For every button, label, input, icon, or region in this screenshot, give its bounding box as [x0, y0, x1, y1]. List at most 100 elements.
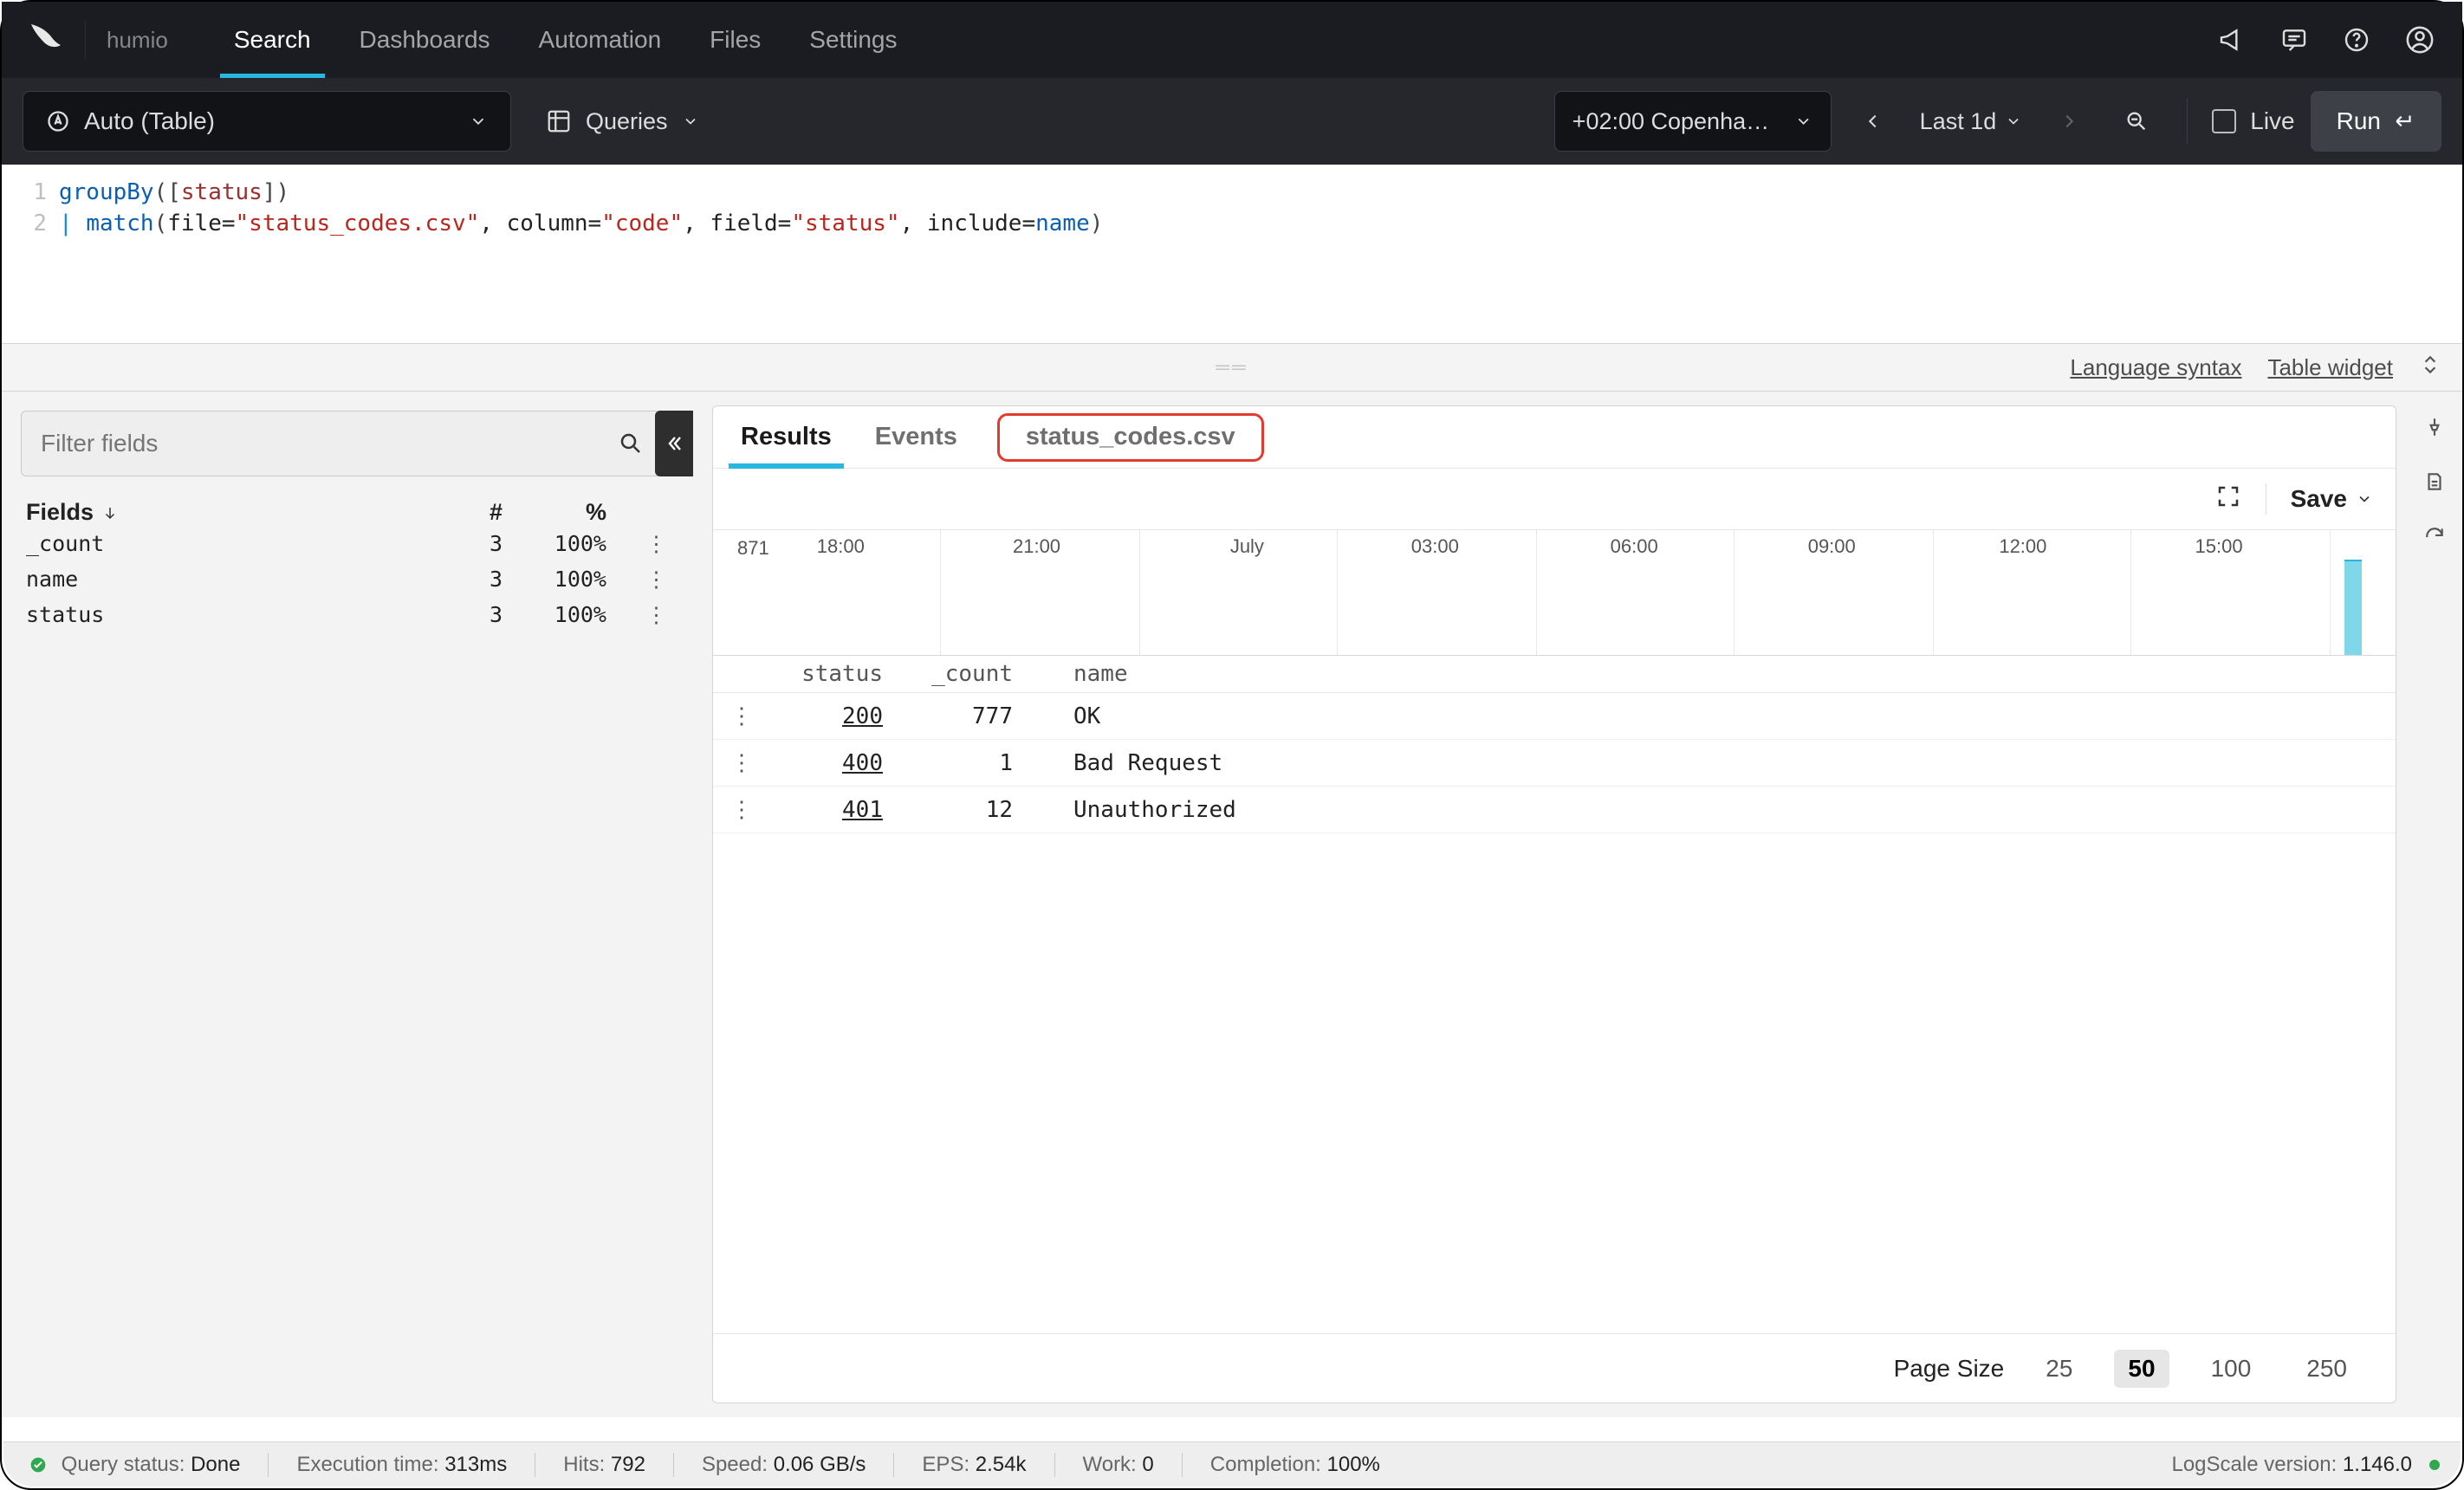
rail-pin-icon[interactable] [2423, 416, 2446, 444]
page-size-100[interactable]: 100 [2197, 1350, 2266, 1388]
results-table: status _count name ⋮ 200 777 OK ⋮ 400 1 … [713, 656, 2396, 833]
cell-count: 12 [926, 797, 1056, 823]
status-version: LogScale version: 1.146.0 [2171, 1453, 2440, 1477]
rail-info-icon[interactable] [2423, 470, 2446, 499]
page-size-label: Page Size [1894, 1355, 2005, 1383]
fields-sort[interactable]: Fields [26, 499, 433, 526]
cell-name: Unauthorized [1056, 797, 2396, 823]
tick-label: 21:00 [1013, 535, 1060, 558]
timezone-select[interactable]: +02:00 Copenhag… [1554, 91, 1832, 152]
tab-label: Results [741, 423, 832, 451]
nav-tab-label: Files [710, 26, 761, 54]
page-size-25[interactable]: 25 [2032, 1350, 2086, 1388]
cell-status[interactable]: 401 [842, 797, 883, 823]
fullscreen-button[interactable] [2215, 483, 2241, 515]
filter-fields-box[interactable] [21, 411, 662, 476]
checkbox-icon [2212, 109, 2236, 133]
cell-name: Bad Request [1056, 750, 2396, 776]
rail-refresh-icon[interactable] [2423, 525, 2446, 554]
arrow-down-icon [102, 505, 118, 521]
tab-status-codes-file[interactable]: status_codes.csv [997, 413, 1264, 462]
timeline-chart[interactable]: 871 18:00 21:00 July 03:00 06:00 09:00 1… [713, 529, 2396, 656]
query-editor[interactable]: 1 groupBy([status]) 2 | match(file="stat… [2, 165, 2462, 343]
table-row: ⋮ 400 1 Bad Request [713, 740, 2396, 787]
field-name[interactable]: name [26, 567, 433, 592]
pct-header[interactable]: % [503, 499, 606, 526]
page-size-50[interactable]: 50 [2114, 1350, 2169, 1388]
nav-tab-automation[interactable]: Automation [515, 2, 686, 78]
chevron-down-icon [469, 112, 488, 131]
fields-label: Fields [26, 499, 94, 526]
field-count: 3 [433, 567, 503, 592]
token-str: "status" [791, 211, 899, 236]
field-name[interactable]: _count [26, 531, 433, 556]
zoom-out-button[interactable] [2111, 109, 2162, 133]
drag-handle-icon[interactable]: ══ [1216, 356, 1248, 379]
queries-dropdown[interactable]: Queries [546, 108, 699, 135]
field-menu-button[interactable]: ⋮ [606, 602, 667, 627]
count-header[interactable]: # [433, 499, 503, 526]
timezone-label: +02:00 Copenhag… [1572, 108, 1776, 135]
page-size-250[interactable]: 250 [2292, 1350, 2361, 1388]
time-range-select[interactable]: Last 1d [1915, 108, 2028, 135]
status-query: Query status: Done [24, 1453, 268, 1477]
token-fn: match [86, 211, 153, 236]
tick-label: 15:00 [2195, 535, 2243, 558]
time-prev-button[interactable] [1847, 112, 1899, 131]
status-hits: Hits: 792 [535, 1453, 673, 1477]
tick-label: 03:00 [1411, 535, 1459, 558]
field-count: 3 [433, 602, 503, 627]
col-status[interactable]: status [770, 661, 926, 687]
field-row: _count 3 100% ⋮ [21, 526, 672, 561]
nav-tab-label: Search [234, 26, 311, 54]
tab-label: status_codes.csv [1026, 423, 1235, 451]
chevron-down-icon [2005, 113, 2022, 130]
editor-footer: ══ Language syntax Table widget [2, 343, 2462, 392]
announce-icon[interactable] [2218, 26, 2246, 54]
tab-events[interactable]: Events [872, 406, 961, 468]
nav-tab-files[interactable]: Files [685, 2, 785, 78]
live-toggle[interactable]: Live [2212, 107, 2294, 135]
table-widget-link[interactable]: Table widget [2267, 354, 2393, 381]
nav-tab-label: Automation [539, 26, 662, 54]
save-dropdown[interactable]: Save [2291, 485, 2373, 513]
user-avatar-icon[interactable] [2405, 25, 2435, 55]
token-fn: groupBy [59, 179, 154, 205]
chevron-down-icon [2356, 490, 2373, 508]
check-icon [29, 1453, 53, 1476]
cell-count: 777 [926, 703, 1056, 729]
field-menu-button[interactable]: ⋮ [606, 567, 667, 592]
cell-status[interactable]: 400 [842, 750, 883, 776]
view-mode-select[interactable]: Auto (Table) [23, 91, 511, 152]
nav-tab-dashboards[interactable]: Dashboards [335, 2, 515, 78]
run-button[interactable]: Run [2311, 91, 2441, 152]
field-name[interactable]: status [26, 602, 433, 627]
filter-fields-input[interactable] [39, 429, 604, 458]
row-menu-button[interactable]: ⋮ [713, 797, 770, 823]
collapse-sidebar-button[interactable] [655, 411, 693, 476]
nav-tab-settings[interactable]: Settings [785, 2, 921, 78]
brand-label: humio [85, 21, 189, 59]
tab-results[interactable]: Results [737, 406, 835, 468]
top-nav: humio Search Dashboards Automation Files… [2, 2, 2462, 78]
token-str: "code" [601, 211, 683, 236]
side-rail [2412, 405, 2457, 1417]
help-icon[interactable] [2343, 26, 2370, 54]
table-row: ⋮ 401 12 Unauthorized [713, 787, 2396, 833]
field-menu-button[interactable]: ⋮ [606, 531, 667, 556]
cell-status[interactable]: 200 [842, 703, 883, 729]
row-menu-button[interactable]: ⋮ [713, 750, 770, 776]
language-syntax-link[interactable]: Language syntax [2070, 354, 2241, 381]
collapse-editor-icon[interactable] [2419, 353, 2441, 382]
view-mode-label: Auto (Table) [84, 107, 215, 135]
chat-icon[interactable] [2280, 26, 2308, 54]
row-menu-button[interactable]: ⋮ [713, 703, 770, 729]
tick-label: 12:00 [1999, 535, 2046, 558]
nav-tab-search[interactable]: Search [210, 2, 335, 78]
status-work: Work: 0 [1054, 1453, 1182, 1477]
tick-label: 09:00 [1808, 535, 1856, 558]
col-name[interactable]: name [1056, 661, 2396, 687]
col-count[interactable]: _count [926, 661, 1056, 687]
panel-tabs: Results Events status_codes.csv [713, 406, 2396, 469]
time-range-label: Last 1d [1920, 108, 1997, 135]
